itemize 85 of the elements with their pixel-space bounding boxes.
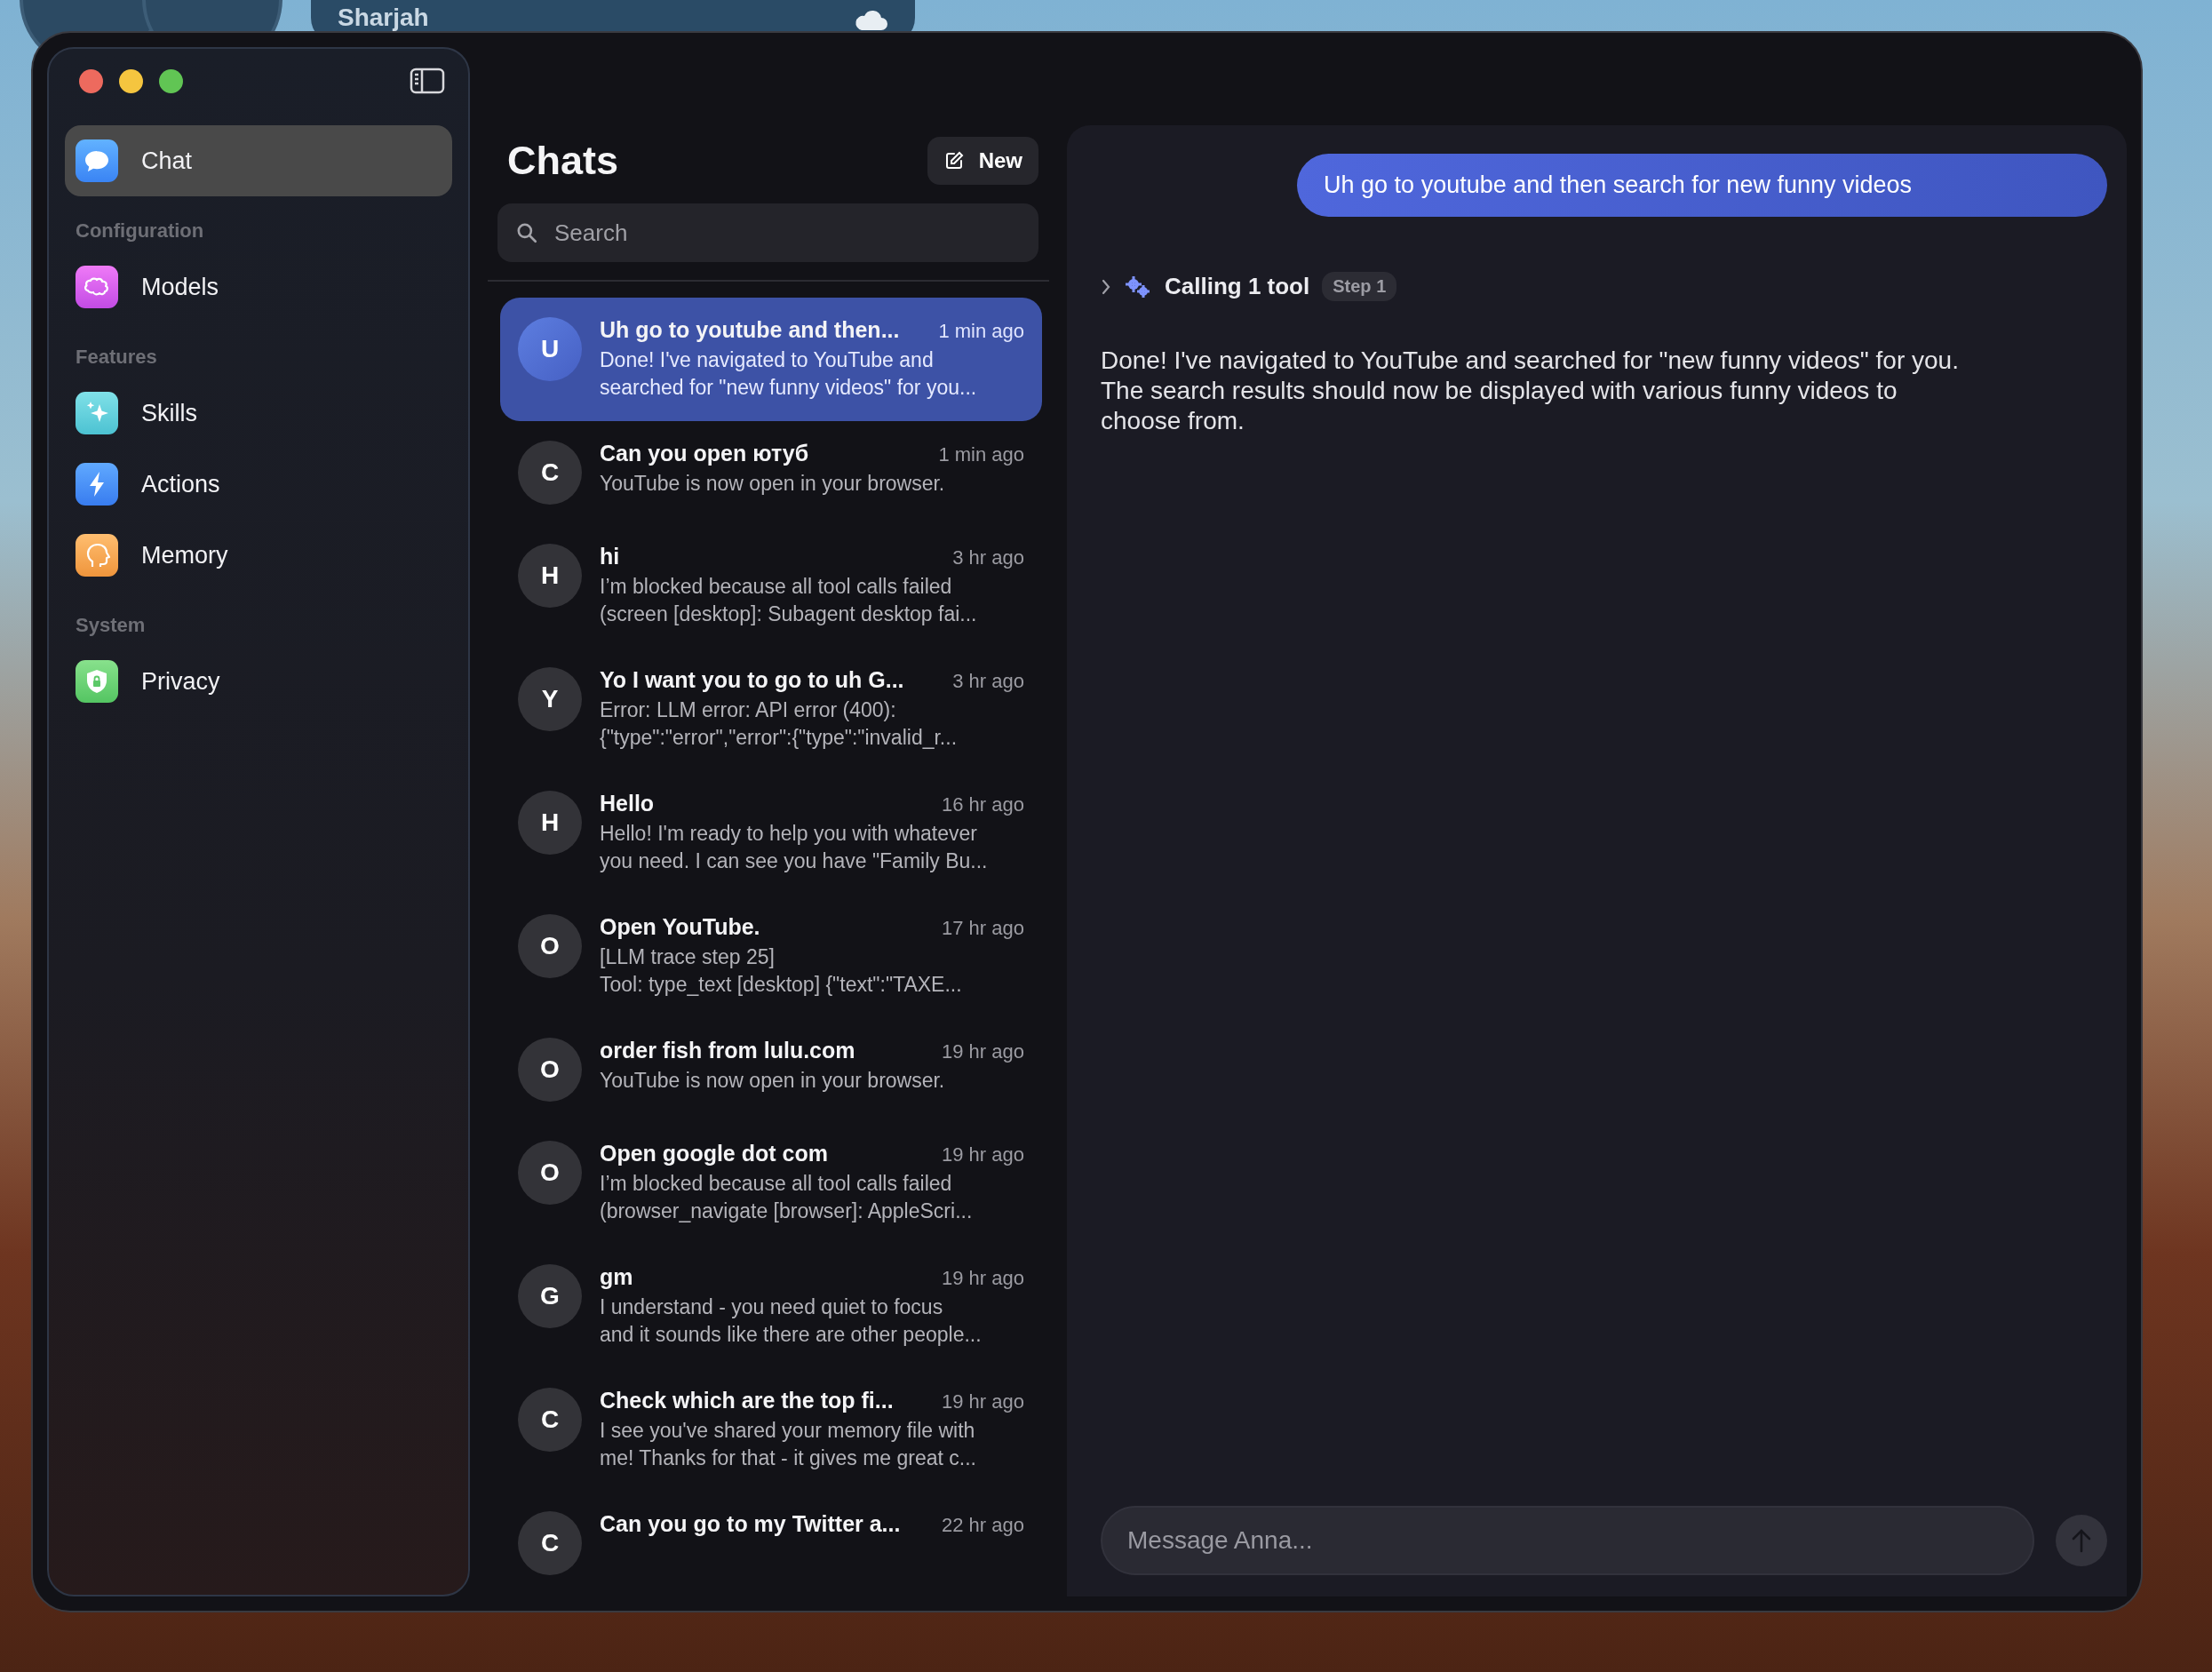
chat-preview: Done! I've navigated to YouTube and searched for "new funny videos" for you... <box>600 347 978 401</box>
chat-time: 19 hr ago <box>942 1267 1024 1290</box>
tool-call-label[interactable]: Calling 1 tool <box>1165 273 1310 300</box>
avatar: H <box>518 791 582 855</box>
chat-time: 19 hr ago <box>942 1040 1024 1063</box>
chat-row[interactable]: C Check which are the top fi... 19 hr ago I see you've shared your memory file with me! Thanks for that - it gives me great c... <box>500 1368 1042 1492</box>
chat-title: Open google dot com <box>600 1141 828 1166</box>
chat-preview: Hello! I'm ready to help you with whatever you need. I can see you have "Family Bu... <box>600 821 989 874</box>
chat-time: 1 min ago <box>938 443 1024 466</box>
chat-time: 3 hr ago <box>952 670 1024 693</box>
avatar: U <box>518 317 582 381</box>
chat-row[interactable]: G gm 19 hr ago I understand - you need quiet to focus and it sounds like there are other people... <box>500 1245 1042 1368</box>
message-input[interactable]: Message Anna... <box>1101 1506 2034 1575</box>
chat-row[interactable]: O Open google dot com 19 hr ago I’m blocked because all tool calls failed (browser_navigate [browser]: AppleScri... <box>500 1121 1042 1245</box>
close-button[interactable] <box>79 68 103 93</box>
chat-row[interactable]: O Open YouTube. 17 hr ago [LLM trace step 25] Tool: type_text [desktop] {"text":"TAXE... <box>500 895 1042 1018</box>
sidebar-item[interactable]: Models <box>65 251 452 322</box>
chat-preview: YouTube is now open in your browser. <box>600 1068 946 1094</box>
cloud-icon <box>853 9 888 32</box>
avatar: H <box>518 544 582 608</box>
avatar: C <box>518 441 582 505</box>
arrow-up-icon <box>2071 1527 2092 1554</box>
chat-preview: I’m blocked because all tool calls failed (browser_navigate [browser]: AppleScri... <box>600 1171 974 1224</box>
new-chat-button[interactable]: New <box>927 137 1038 185</box>
chat-title: Can you open ютуб <box>600 441 809 466</box>
sidebar-item[interactable]: Memory <box>65 520 452 591</box>
speech-bubble-icon <box>76 139 118 182</box>
chat-row[interactable]: H Hello 16 hr ago Hello! I'm ready to help you with whatever you need. I can see you have "Family Bu... <box>500 771 1042 895</box>
zoom-button[interactable] <box>159 68 183 93</box>
chat-time: 16 hr ago <box>942 793 1024 816</box>
chat-row[interactable]: H hi 3 hr ago I’m blocked because all tool calls failed (screen [desktop]: Subagent desktop fai... <box>500 524 1042 648</box>
chat-preview: I’m blocked because all tool calls failed (screen [desktop]: Subagent desktop fai... <box>600 574 978 627</box>
chat-title: Check which are the top fi... <box>600 1388 894 1413</box>
avatar: O <box>518 1038 582 1102</box>
chat-row[interactable]: C Can you open ютуб 1 min ago YouTube is now open in your browser. <box>500 421 1042 524</box>
section-header: Configuration <box>75 219 205 243</box>
user-message: Uh go to youtube and then search for new funny videos <box>1297 154 2107 217</box>
sidebar-item[interactable]: Privacy <box>65 646 452 717</box>
shield-lock-icon <box>76 660 118 703</box>
sidebar-item[interactable]: Actions <box>65 449 452 520</box>
chat-row[interactable]: O order fish from lulu.com 19 hr ago YouTube is now open in your browser. <box>500 1018 1042 1121</box>
sparkles-icon <box>76 392 118 434</box>
chat-preview: Error: LLM error: API error (400): {"type":"error","error":{"type":"invalid_r... <box>600 697 959 751</box>
chat-title: Uh go to youtube and then... <box>600 317 900 343</box>
chat-preview: YouTube is now open in your browser. <box>600 471 946 497</box>
chat-preview: I see you've shared your memory file with me! Thanks for that - it gives me great c... <box>600 1418 977 1471</box>
section-header: System <box>75 613 147 638</box>
chat-preview: [LLM trace step 25] Tool: type_text [desktop] {"text":"TAXE... <box>600 944 963 998</box>
chat-title: hi <box>600 544 620 569</box>
avatar: O <box>518 914 582 978</box>
chat-title: Hello <box>600 791 655 816</box>
avatar: O <box>518 1141 582 1205</box>
chat-preview: I understand - you need quiet to focus and it sounds like there are other people... <box>600 1294 983 1348</box>
minimize-button[interactable] <box>119 68 143 93</box>
chat-title: order fish from lulu.com <box>600 1038 855 1063</box>
lightning-bolt-icon <box>76 463 118 506</box>
chat-row[interactable]: Y Yo I want you to go to uh G... 3 hr ago Error: LLM error: API error (400): {"type":"error","error":{"type":"invalid_r... <box>500 648 1042 771</box>
avatar: C <box>518 1388 582 1452</box>
search-field[interactable]: Search <box>497 203 1038 262</box>
chat-title: Open YouTube. <box>600 914 760 940</box>
head-icon <box>76 534 118 577</box>
search-icon <box>515 221 538 244</box>
chat-time: 1 min ago <box>938 320 1024 343</box>
chat-title: gm <box>600 1264 633 1290</box>
chat-time: 17 hr ago <box>942 917 1024 940</box>
avatar: C <box>518 1511 582 1575</box>
chat-time: 19 hr ago <box>942 1143 1024 1166</box>
step-badge: Step 1 <box>1322 272 1397 301</box>
chat-title: Can you go to my Twitter a... <box>600 1511 901 1537</box>
section-header: Features <box>75 345 158 370</box>
avatar: G <box>518 1264 582 1328</box>
chat-time: 22 hr ago <box>942 1514 1024 1537</box>
sidebar-toggle-icon[interactable] <box>410 68 445 94</box>
chat-row[interactable]: C Can you go to my Twitter a... 22 hr ago <box>500 1492 1042 1595</box>
chat-time: 3 hr ago <box>952 546 1024 569</box>
chat-row[interactable]: U Uh go to youtube and then... 1 min ago Done! I've navigated to YouTube and searched for "new funny videos" for you... <box>500 298 1042 421</box>
avatar: Y <box>518 667 582 731</box>
assistant-message: Done! I've navigated to YouTube and searched for "new funny videos" for you. The search results should now be displayed with various funny videos to choose from. <box>1101 346 1960 436</box>
sidebar-item[interactable]: Skills <box>65 378 452 449</box>
chevron-icon[interactable] <box>1101 277 1111 296</box>
chat-title: Yo I want you to go to uh G... <box>600 667 904 693</box>
sidebar-item[interactable]: Chat <box>65 125 452 196</box>
list-title: Chats <box>507 138 619 184</box>
city-name: Sharjah <box>338 4 429 32</box>
chat-time: 19 hr ago <box>942 1390 1024 1413</box>
